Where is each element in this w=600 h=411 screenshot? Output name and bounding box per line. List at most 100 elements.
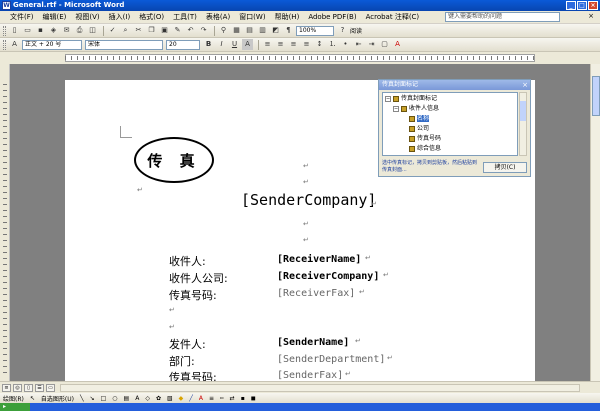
maximize-button[interactable]: □ (577, 1, 587, 10)
diagram-icon[interactable]: ◇ (145, 395, 150, 402)
word-app-icon[interactable]: W (2, 1, 11, 10)
spelling-icon[interactable]: ✓ (107, 25, 118, 36)
receiver-company-field[interactable]: [ReceiverCompany] (277, 271, 379, 282)
help-search-input[interactable]: 键入需要帮助的问题 (445, 12, 560, 22)
justify-icon[interactable]: ≡ (301, 39, 312, 50)
cut-icon[interactable]: ✂ (133, 25, 144, 36)
bold-button[interactable]: B (203, 39, 214, 50)
rectangle-icon[interactable]: □ (101, 395, 107, 402)
sender-department-field[interactable]: [SenderDepartment] (277, 354, 385, 365)
styles-formatting-icon[interactable]: A (9, 39, 20, 50)
permission-icon[interactable]: ◈ (48, 25, 59, 36)
menu-format[interactable]: 格式(O) (139, 12, 164, 22)
tree-node[interactable]: 名称 (409, 115, 430, 123)
outline-view-icon[interactable]: ☰ (35, 384, 44, 392)
close-button[interactable]: × (588, 1, 598, 10)
underline-button[interactable]: U (229, 39, 240, 50)
font-color-icon[interactable]: A (392, 39, 403, 50)
textbox-icon[interactable]: ▤ (124, 395, 130, 402)
toolbar-grip[interactable] (3, 39, 6, 50)
copy-button[interactable]: 拷贝(C) (483, 162, 527, 173)
menu-file[interactable]: 文件(F) (10, 12, 34, 22)
align-left-icon[interactable]: ≡ (262, 39, 273, 50)
fill-color-icon[interactable]: ◆ (179, 395, 184, 402)
line-style-icon[interactable]: ≡ (209, 395, 214, 402)
menu-view[interactable]: 视图(V) (75, 12, 99, 22)
research-icon[interactable]: ⌕ (120, 25, 131, 36)
oval-icon[interactable]: ○ (112, 395, 117, 402)
hyperlink-icon[interactable]: ⚲ (218, 25, 229, 36)
tree-node[interactable]: − 收件人信息 (393, 105, 439, 113)
increase-indent-icon[interactable]: ⇥ (366, 39, 377, 50)
tree-node[interactable]: 公司 (409, 125, 429, 133)
menu-adobe-pdf[interactable]: Adobe PDF(B) (308, 13, 356, 21)
open-folder-icon[interactable]: ▭ (22, 25, 33, 36)
3d-icon[interactable]: ◼ (251, 395, 256, 402)
close-document-icon[interactable]: × (588, 12, 594, 20)
font-select[interactable]: 宋体 (85, 39, 163, 50)
copy-icon[interactable]: ❐ (146, 25, 157, 36)
scrollbar-thumb[interactable] (520, 101, 526, 121)
line-spacing-icon[interactable]: ↕ (314, 39, 325, 50)
scrollbar-thumb[interactable] (592, 76, 600, 116)
autoshapes-menu[interactable]: 自选图形(U) (41, 394, 74, 403)
undo-icon[interactable]: ↶ (185, 25, 196, 36)
menu-acrobat-comments[interactable]: Acrobat 注释(C) (366, 12, 420, 22)
collapse-icon[interactable]: − (385, 95, 391, 102)
dash-style-icon[interactable]: ┅ (220, 395, 224, 402)
drawing-icon[interactable]: ◩ (270, 25, 281, 36)
reading-view-icon[interactable]: ▭ (46, 384, 55, 392)
close-icon[interactable]: × (522, 80, 528, 90)
start-button[interactable]: ▸ (0, 403, 30, 411)
new-document-icon[interactable]: ▯ (9, 25, 20, 36)
show-hide-icon[interactable]: ¶ (283, 25, 294, 36)
draw-menu[interactable]: 绘图(R) (3, 394, 24, 403)
format-painter-icon[interactable]: ✎ (172, 25, 183, 36)
numbering-icon[interactable]: ⒈ (327, 39, 338, 50)
print-layout-icon[interactable]: ▯ (24, 384, 33, 392)
sender-name-field[interactable]: [SenderName] (277, 337, 349, 348)
style-select[interactable]: 正文 + 20 号 (22, 39, 82, 50)
tables-borders-icon[interactable]: ▦ (231, 25, 242, 36)
menu-insert[interactable]: 插入(I) (109, 12, 131, 22)
menu-tools[interactable]: 工具(T) (173, 12, 197, 22)
insert-table-icon[interactable]: ▤ (244, 25, 255, 36)
help-icon[interactable]: ? (337, 25, 348, 36)
bullets-icon[interactable]: • (340, 39, 351, 50)
menu-window[interactable]: 窗口(W) (239, 12, 265, 22)
zoom-select[interactable]: 100% (296, 25, 334, 36)
menu-help[interactable]: 帮助(H) (275, 12, 300, 22)
menu-edit[interactable]: 编辑(E) (43, 12, 67, 22)
minimize-button[interactable]: _ (566, 1, 576, 10)
line-color-icon[interactable]: ╱ (189, 395, 193, 402)
print-preview-icon[interactable]: ◫ (87, 25, 98, 36)
tree-scrollbar[interactable] (519, 92, 527, 156)
tree-node[interactable]: 综合信息 (409, 145, 441, 153)
shadow-icon[interactable]: ▪ (241, 395, 245, 402)
print-icon[interactable]: ⎙ (74, 25, 85, 36)
columns-icon[interactable]: ▥ (257, 25, 268, 36)
sender-company-field[interactable]: [SenderCompany] (241, 191, 376, 209)
vertical-ruler[interactable] (0, 64, 10, 381)
save-icon[interactable]: ▪ (35, 25, 46, 36)
receiver-name-field[interactable]: [ReceiverName] (277, 254, 361, 265)
collapse-icon[interactable]: − (393, 105, 399, 112)
align-right-icon[interactable]: ≡ (288, 39, 299, 50)
clipart-icon[interactable]: ✿ (156, 395, 161, 402)
toolbar-grip[interactable] (3, 25, 6, 36)
tree-node[interactable]: 传真号码 (409, 135, 441, 143)
email-icon[interactable]: ✉ (61, 25, 72, 36)
redo-icon[interactable]: ↷ (198, 25, 209, 36)
decrease-indent-icon[interactable]: ⇤ (353, 39, 364, 50)
italic-button[interactable]: I (216, 39, 227, 50)
font-color-icon[interactable]: A (199, 395, 203, 402)
arrow-icon[interactable]: ↘ (90, 395, 95, 402)
horizontal-ruler[interactable] (0, 52, 600, 64)
horizontal-scrollbar[interactable] (60, 384, 580, 392)
arrow-style-icon[interactable]: ⇄ (230, 395, 235, 402)
reading-mode-button[interactable]: 阅读 (350, 26, 362, 35)
wordart-icon[interactable]: A (135, 395, 139, 402)
normal-view-icon[interactable]: ≡ (2, 384, 11, 392)
sender-fax-field[interactable]: [SenderFax] (277, 370, 343, 381)
line-icon[interactable]: ╲ (80, 395, 84, 402)
